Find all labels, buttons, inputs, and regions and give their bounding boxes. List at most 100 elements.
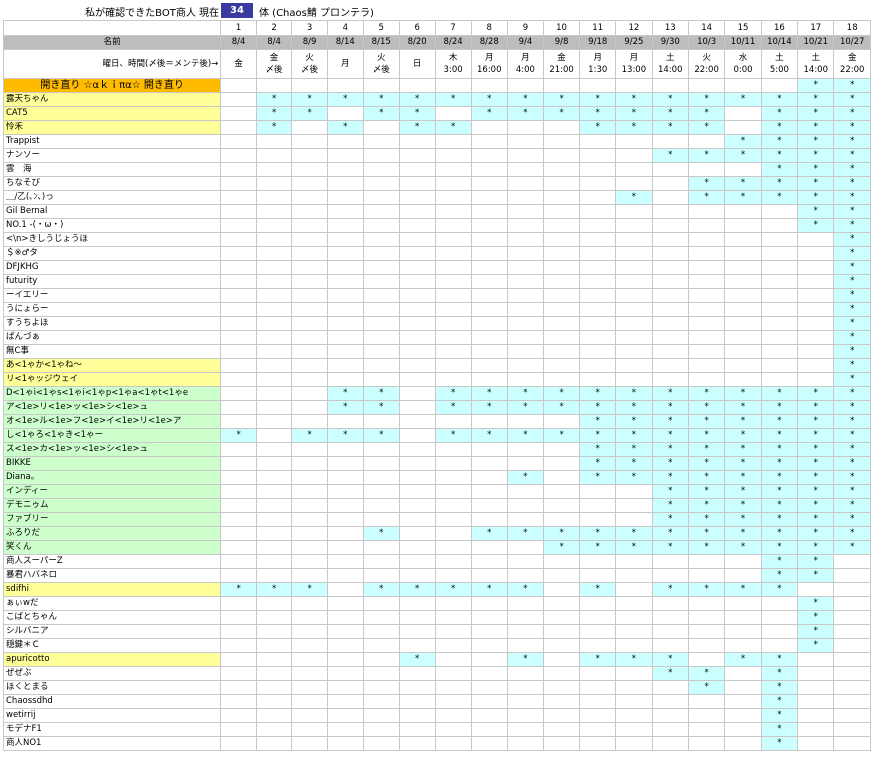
empty-cell[interactable] [291,190,328,205]
empty-cell[interactable] [291,498,328,513]
empty-cell[interactable] [760,316,799,331]
sighting-mark[interactable]: * [797,554,835,569]
empty-cell[interactable] [506,162,544,177]
empty-cell[interactable] [398,694,436,709]
empty-cell[interactable] [687,232,726,247]
empty-cell[interactable] [470,694,508,709]
empty-cell[interactable] [797,708,835,723]
empty-cell[interactable] [362,470,400,485]
sighting-mark[interactable]: * [760,694,799,709]
empty-cell[interactable] [470,568,508,583]
sighting-mark[interactable]: * [760,554,799,569]
empty-cell[interactable] [797,316,835,331]
empty-cell[interactable] [506,722,544,737]
sighting-mark[interactable]: * [615,526,653,541]
empty-cell[interactable] [398,722,436,737]
empty-cell[interactable] [220,680,257,695]
empty-cell[interactable] [651,568,689,583]
empty-cell[interactable] [506,624,544,639]
sighting-mark[interactable]: * [833,190,871,205]
merchant-name[interactable]: ふろりだ [2,526,222,541]
empty-cell[interactable] [615,736,653,751]
sighting-mark[interactable]: * [797,540,835,555]
sighting-mark[interactable]: * [398,106,436,121]
empty-cell[interactable] [326,512,364,527]
sighting-mark[interactable]: * [362,386,400,401]
empty-cell[interactable] [833,582,871,597]
empty-cell[interactable] [291,722,328,737]
sighting-mark[interactable]: * [542,386,581,401]
sighting-mark[interactable]: * [291,106,328,121]
empty-cell[interactable] [291,330,328,345]
sighting-mark[interactable]: * [797,498,835,513]
empty-cell[interactable] [398,456,436,471]
empty-cell[interactable] [687,274,726,289]
empty-cell[interactable] [687,162,726,177]
column-date[interactable]: 8/9 [291,35,328,50]
empty-cell[interactable] [362,316,400,331]
empty-cell[interactable] [220,288,257,303]
empty-cell[interactable] [398,134,436,149]
empty-cell[interactable] [291,568,328,583]
column-date[interactable]: 10/21 [797,35,835,50]
empty-cell[interactable] [220,638,257,653]
sighting-mark[interactable]: * [760,568,799,583]
sighting-mark[interactable]: * [833,302,871,317]
empty-cell[interactable] [542,484,581,499]
empty-cell[interactable] [255,722,293,737]
empty-cell[interactable] [687,288,726,303]
merchant-name[interactable]: モデナF1 [2,722,222,737]
sighting-mark[interactable]: * [687,442,726,457]
empty-cell[interactable] [797,288,835,303]
merchant-name[interactable]: Gil Bernal [2,204,222,219]
empty-cell[interactable] [362,484,400,499]
empty-cell[interactable] [687,316,726,331]
empty-cell[interactable] [579,274,617,289]
empty-cell[interactable] [651,176,689,191]
empty-cell[interactable] [506,708,544,723]
empty-cell[interactable] [579,218,617,233]
sighting-mark[interactable]: * [434,428,472,443]
empty-cell[interactable] [760,610,799,625]
empty-cell[interactable] [434,624,472,639]
empty-cell[interactable] [470,666,508,681]
sighting-mark[interactable]: * [760,582,799,597]
merchant-name[interactable]: し<1ゃろ<1ゃき<1ゃー [2,428,222,443]
sighting-mark[interactable]: * [326,120,364,135]
empty-cell[interactable] [291,148,328,163]
empty-cell[interactable] [579,722,617,737]
empty-cell[interactable] [255,288,293,303]
column-number[interactable]: 11 [579,20,617,36]
empty-cell[interactable] [651,596,689,611]
empty-cell[interactable] [362,302,400,317]
empty-cell[interactable] [398,176,436,191]
empty-cell[interactable] [362,736,400,751]
empty-cell[interactable] [255,316,293,331]
empty-cell[interactable] [506,540,544,555]
merchant-name[interactable]: 露天ちゃん [2,92,222,107]
empty-cell[interactable] [326,470,364,485]
empty-cell[interactable] [506,148,544,163]
empty-cell[interactable] [326,302,364,317]
sighting-mark[interactable]: * [651,652,689,667]
empty-cell[interactable] [291,554,328,569]
sighting-mark[interactable]: * [615,120,653,135]
empty-cell[interactable] [470,316,508,331]
sighting-mark[interactable]: * [760,722,799,737]
empty-cell[interactable] [255,344,293,359]
empty-cell[interactable] [434,666,472,681]
empty-cell[interactable] [434,344,472,359]
sighting-mark[interactable]: * [797,638,835,653]
empty-cell[interactable] [326,554,364,569]
sighting-mark[interactable]: * [833,498,871,513]
empty-cell[interactable] [542,456,581,471]
column-date[interactable]: 8/4 [220,35,257,50]
empty-cell[interactable] [760,624,799,639]
sighting-mark[interactable]: * [651,92,689,107]
empty-cell[interactable] [362,722,400,737]
empty-cell[interactable] [398,624,436,639]
empty-cell[interactable] [362,78,400,93]
empty-cell[interactable] [470,120,508,135]
column-day-time[interactable]: 金 [220,49,257,79]
sighting-mark[interactable]: * [797,428,835,443]
